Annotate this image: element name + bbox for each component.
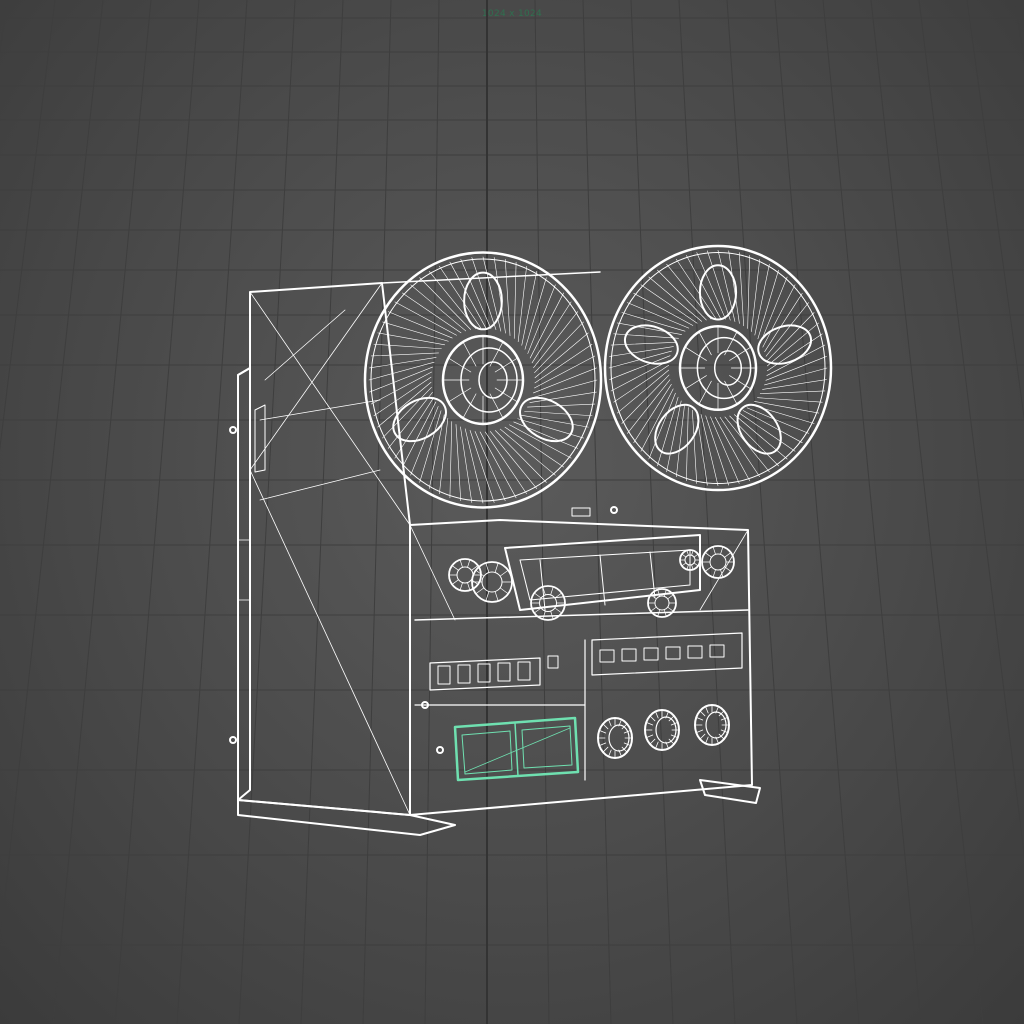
guide-rollers bbox=[448, 545, 735, 621]
right-tape-reel bbox=[603, 244, 833, 492]
scene bbox=[0, 0, 1024, 1024]
panel-screw bbox=[436, 746, 444, 754]
base-plinth bbox=[237, 779, 761, 836]
control-knobs bbox=[597, 704, 730, 759]
transport-buttons bbox=[429, 655, 559, 691]
tape-recorder-model[interactable] bbox=[229, 244, 833, 836]
viewport-grid bbox=[0, 0, 1024, 1024]
3d-viewport[interactable]: 1024 x 1024 bbox=[0, 0, 1024, 1024]
meter-display[interactable] bbox=[453, 716, 580, 782]
left-tape-reel bbox=[363, 251, 603, 509]
function-buttons bbox=[591, 632, 743, 676]
